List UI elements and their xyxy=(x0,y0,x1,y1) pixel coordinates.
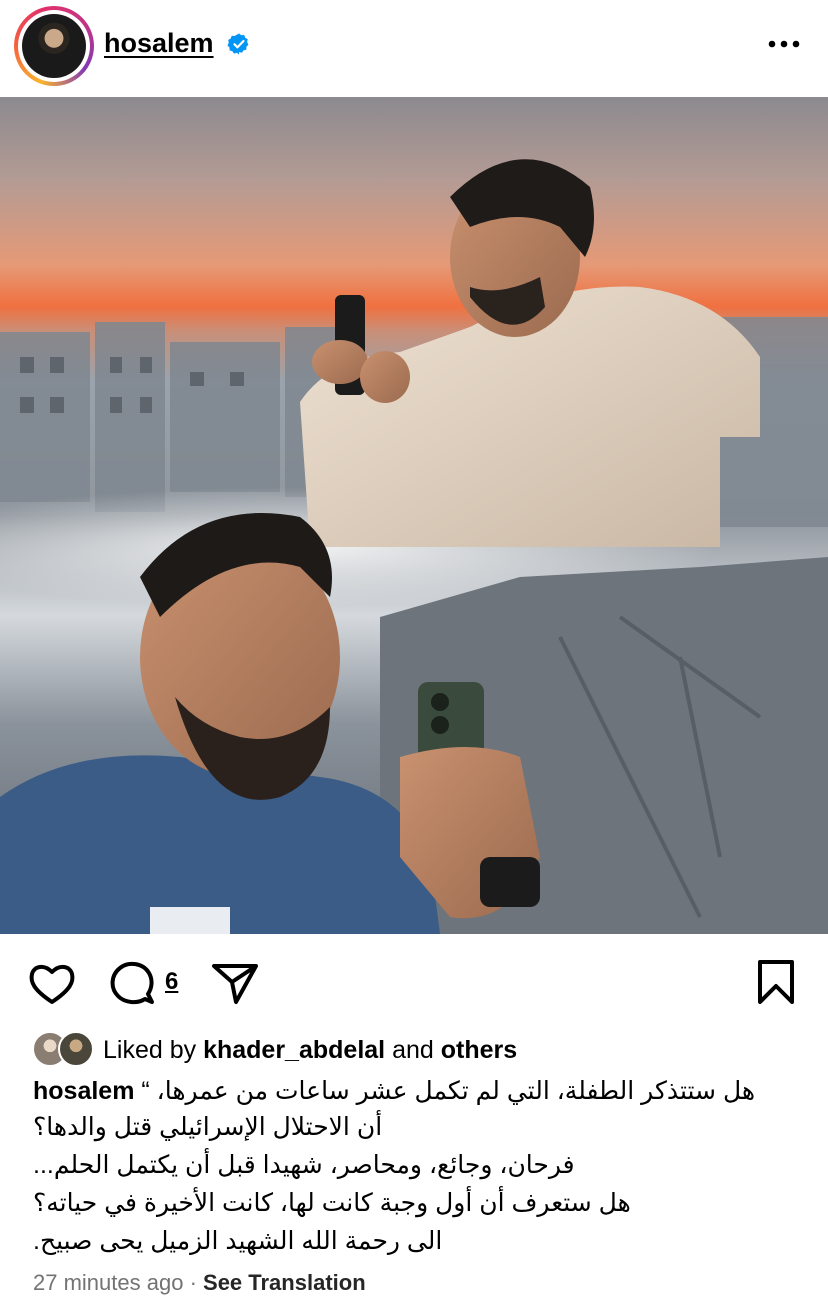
liked-by-prefix: Liked by xyxy=(103,1036,197,1064)
caption-username[interactable]: hosalem xyxy=(33,1077,134,1105)
story-ring[interactable] xyxy=(14,6,94,86)
liked-by-username[interactable]: khader_abdelal xyxy=(203,1036,385,1064)
username-link[interactable]: hosalem xyxy=(104,28,214,59)
heart-icon[interactable] xyxy=(28,960,76,1006)
see-translation-link[interactable]: See Translation xyxy=(203,1270,366,1295)
post-header: hosalem xyxy=(0,0,828,96)
avatar[interactable] xyxy=(22,14,86,78)
avatar xyxy=(58,1031,94,1067)
liked-by-line[interactable]: Liked by khader_abdelal and others xyxy=(103,1036,517,1065)
send-icon[interactable] xyxy=(210,958,260,1006)
caption-text: هل ستتذكر الطفلة، التي لم تكمل عشر ساعات… xyxy=(141,1077,756,1105)
post-meta: 27 minutes ago · See Translation xyxy=(33,1270,366,1296)
caption-text: فرحان، وجائع، ومحاصر، شهيدا قبل أن يكتمل… xyxy=(33,1151,575,1179)
verified-badge-icon xyxy=(227,33,249,55)
liked-by-others[interactable]: others xyxy=(441,1036,517,1064)
post-photo[interactable] xyxy=(0,97,828,934)
caption-text: هل ستعرف أن أول وجبة كانت لها، كانت الأخ… xyxy=(33,1189,631,1217)
bookmark-icon[interactable] xyxy=(754,958,798,1006)
comment-count[interactable]: 6 xyxy=(165,968,178,996)
caption-text: أن الاحتلال الإسرائيلي قتل والدها؟ xyxy=(33,1113,383,1141)
post-image-illustration xyxy=(0,97,828,934)
caption-text: الى رحمة الله الشهيد الزميل يحى صبيح. xyxy=(33,1227,443,1255)
liked-by-and: and xyxy=(392,1036,434,1064)
caption-line: hosalem هل ستتذكر الطفلة، التي لم تكمل ع… xyxy=(33,1076,778,1106)
separator: · xyxy=(189,1270,197,1295)
liker-avatars[interactable] xyxy=(32,1031,98,1067)
more-options-icon[interactable] xyxy=(764,26,804,62)
comment-icon[interactable] xyxy=(108,958,156,1006)
timestamp: 27 minutes ago xyxy=(33,1270,184,1295)
